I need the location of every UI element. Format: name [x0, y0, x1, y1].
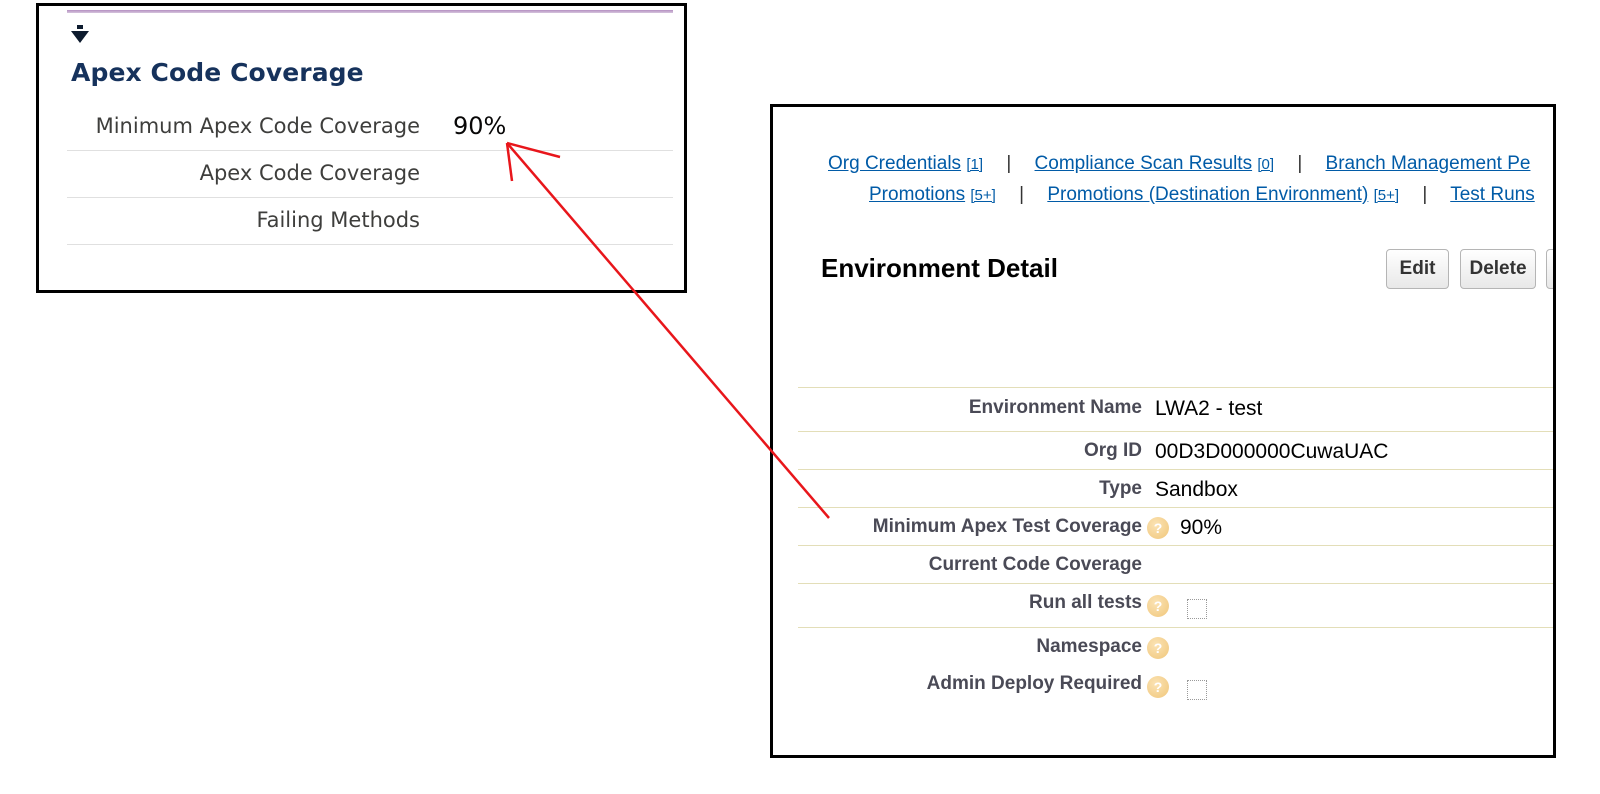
field-label: Admin Deploy Required	[926, 673, 1142, 694]
more-button[interactable]	[1546, 249, 1553, 289]
field-row-org-id: Org ID 00D3D000000CuwaUAC	[798, 431, 1553, 469]
field-value: 00D3D000000CuwaUAC	[1155, 440, 1389, 463]
link-branch-management[interactable]: Branch Management Pe	[1326, 153, 1531, 174]
link-separator: |	[1422, 184, 1428, 205]
apex-code-coverage-panel: Apex Code Coverage Minimum Apex Code Cov…	[36, 3, 687, 293]
field-row-failing-methods: Failing Methods	[67, 198, 673, 245]
collapse-caret-icon[interactable]	[71, 31, 89, 43]
link-count[interactable]: [1]	[966, 156, 983, 173]
link-separator: |	[1019, 184, 1025, 205]
link-org-credentials[interactable]: Org Credentials	[828, 153, 961, 174]
section-title: Apex Code Coverage	[71, 58, 364, 87]
field-row-minimum-apex-test-coverage: Minimum Apex Test Coverage ? 90%	[798, 507, 1553, 545]
link-count[interactable]: [5+]	[970, 187, 995, 204]
help-icon[interactable]: ?	[1147, 676, 1169, 698]
field-label: Org ID	[1083, 440, 1142, 461]
environment-detail-panel: Org Credentials [1] | Compliance Scan Re…	[770, 104, 1556, 758]
field-row-namespace: Namespace ?	[798, 627, 1553, 665]
field-row-apex-code-coverage: Apex Code Coverage	[67, 151, 673, 198]
run-all-tests-checkbox[interactable]	[1187, 599, 1207, 619]
field-label: Apex Code Coverage	[199, 161, 420, 185]
related-links-row-2: Promotions [5+] | Promotions (Destinatio…	[869, 184, 1535, 206]
help-icon[interactable]: ?	[1147, 595, 1169, 617]
field-row-run-all-tests: Run all tests ?	[798, 583, 1553, 627]
admin-deploy-required-checkbox[interactable]	[1187, 680, 1207, 700]
link-promotions-destination[interactable]: Promotions (Destination Environment)	[1047, 184, 1368, 205]
link-count[interactable]: [0]	[1257, 156, 1274, 173]
field-row-admin-deploy-required: Admin Deploy Required ?	[798, 665, 1553, 715]
delete-button[interactable]: Delete	[1460, 249, 1536, 289]
page-title: Environment Detail	[821, 253, 1058, 283]
related-links-row-1: Org Credentials [1] | Compliance Scan Re…	[828, 153, 1530, 175]
field-value: LWA2 - test	[1155, 397, 1263, 420]
field-label: Type	[1099, 478, 1142, 499]
help-icon[interactable]: ?	[1147, 637, 1169, 659]
field-row-environment-name: Environment Name LWA2 - test	[798, 387, 1553, 431]
field-row-minimum-coverage: Minimum Apex Code Coverage 90%	[67, 104, 673, 151]
link-separator: |	[1006, 153, 1012, 174]
field-value: 90%	[453, 112, 507, 140]
help-icon[interactable]: ?	[1147, 517, 1169, 539]
field-row-type: Type Sandbox	[798, 469, 1553, 507]
field-label: Environment Name	[968, 397, 1142, 418]
field-label: Minimum Apex Test Coverage	[872, 516, 1142, 537]
link-separator: |	[1297, 153, 1303, 174]
field-label: Namespace	[1036, 636, 1142, 657]
field-value: Sandbox	[1155, 478, 1238, 501]
panel-top-border	[67, 10, 673, 13]
caret-stem	[77, 25, 83, 29]
field-label: Minimum Apex Code Coverage	[95, 114, 420, 138]
link-promotions[interactable]: Promotions	[869, 184, 965, 205]
edit-button[interactable]: Edit	[1386, 249, 1449, 289]
field-label: Current Code Coverage	[928, 554, 1142, 575]
field-label: Failing Methods	[256, 208, 420, 232]
field-value: 90%	[1180, 516, 1223, 539]
field-row-current-code-coverage: Current Code Coverage	[798, 545, 1553, 583]
link-count[interactable]: [5+]	[1374, 187, 1399, 204]
link-test-runs[interactable]: Test Runs	[1450, 184, 1534, 205]
link-compliance-scan-results[interactable]: Compliance Scan Results	[1035, 153, 1253, 174]
field-label: Run all tests	[1029, 592, 1142, 613]
